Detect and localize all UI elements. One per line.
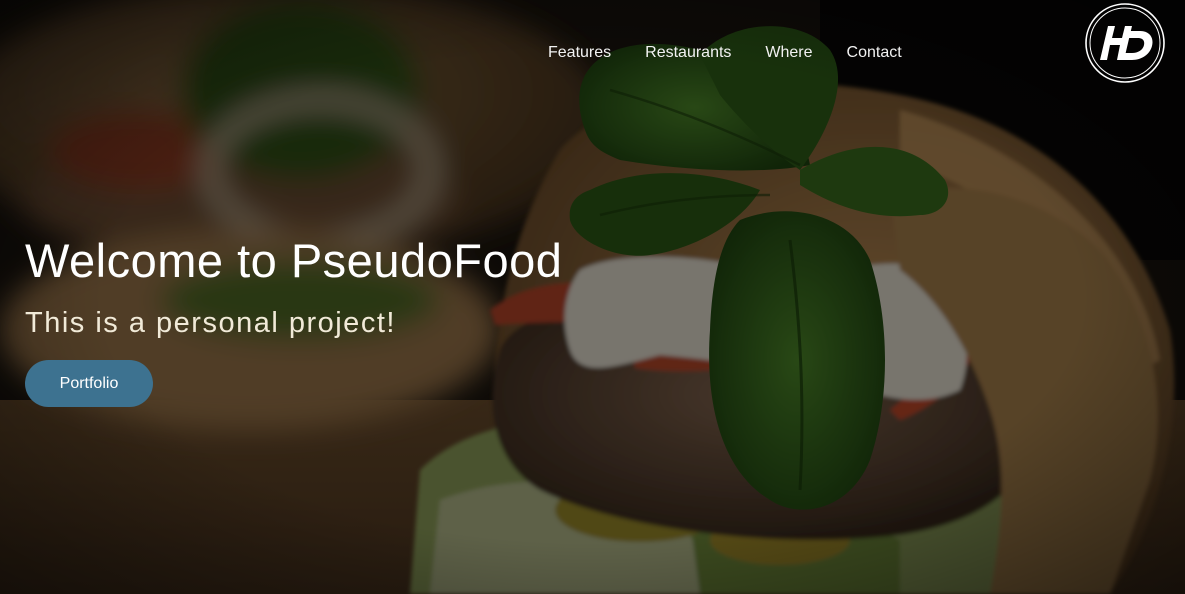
main-nav: Features Restaurants Where Contact xyxy=(548,43,936,63)
nav-link-contact[interactable]: Contact xyxy=(847,43,902,63)
hero-section: Features Restaurants Where Contact Welco… xyxy=(0,0,1185,594)
hero-subtitle: This is a personal project! xyxy=(25,307,396,339)
nav-link-restaurants[interactable]: Restaurants xyxy=(645,43,731,63)
nav-link-features[interactable]: Features xyxy=(548,43,611,63)
portfolio-button[interactable]: Portfolio xyxy=(25,360,153,407)
nav-link-where[interactable]: Where xyxy=(765,43,812,63)
hero-title: Welcome to PseudoFood xyxy=(25,234,563,287)
hd-logo-icon[interactable] xyxy=(1084,2,1166,84)
hero-background-image xyxy=(0,0,1185,594)
